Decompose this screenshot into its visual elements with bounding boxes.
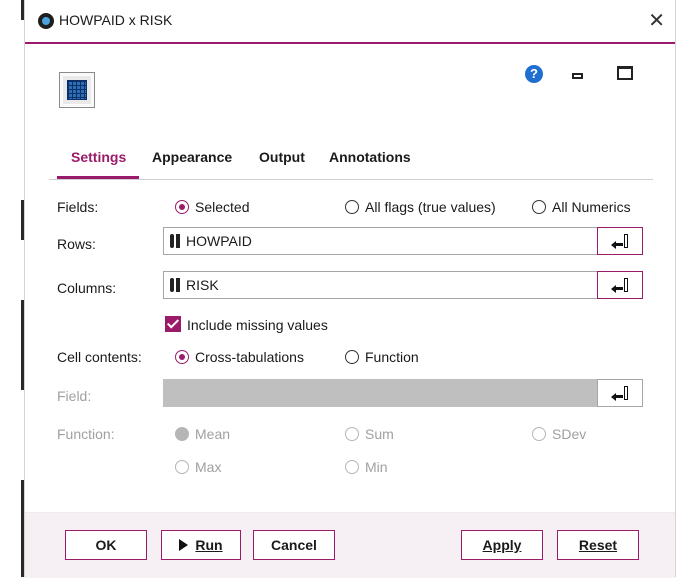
function-mean-radio: Mean: [175, 426, 230, 442]
radio-indicator: [345, 427, 359, 441]
reset-button-label: Reset: [578, 537, 618, 553]
tab-appearance[interactable]: Appearance: [152, 149, 232, 165]
reset-button[interactable]: Reset: [557, 530, 639, 560]
include-missing-checkbox[interactable]: [165, 316, 181, 332]
function-sdev-radio: SDev: [532, 426, 586, 442]
tab-annotations[interactable]: Annotations: [329, 149, 411, 165]
table-node-icon: [59, 72, 95, 108]
function-label: Function:: [57, 426, 115, 442]
rows-value: HOWPAID: [186, 233, 252, 249]
field-type-icon: [170, 234, 180, 248]
function-max-radio: Max: [175, 459, 221, 475]
field-picker-icon: [611, 241, 616, 249]
function-sum-radio: Sum: [345, 426, 394, 442]
minimize-icon[interactable]: [572, 73, 583, 79]
cancel-button[interactable]: Cancel: [253, 530, 335, 560]
ok-button[interactable]: OK: [65, 530, 147, 560]
radio-label: Sum: [365, 426, 394, 442]
tab-output[interactable]: Output: [259, 149, 305, 165]
radio-label: All Numerics: [552, 199, 631, 215]
window-title: HOWPAID x RISK: [59, 12, 173, 28]
radio-label: Max: [195, 459, 222, 475]
radio-indicator: [345, 460, 359, 474]
fields-all-flags-radio[interactable]: All flags (true values): [345, 199, 496, 215]
apply-button-label: Apply: [482, 537, 522, 553]
radio-indicator: [345, 200, 359, 214]
background-edge: [0, 0, 24, 577]
radio-label: SDev: [552, 426, 587, 442]
fields-all-numerics-radio[interactable]: All Numerics: [532, 199, 631, 215]
rows-field-picker-button[interactable]: [597, 227, 643, 255]
radio-label: Min: [365, 459, 388, 475]
tab-divider: [49, 179, 653, 180]
radio-indicator: [175, 460, 189, 474]
function-field-picker-button: [597, 379, 643, 407]
apply-button[interactable]: Apply: [461, 530, 543, 560]
function-field-input: [163, 379, 643, 407]
radio-indicator: [175, 350, 189, 364]
rows-label: Rows:: [57, 236, 96, 252]
radio-indicator: [345, 350, 359, 364]
radio-label: Function: [365, 349, 419, 365]
columns-field-picker-button[interactable]: [597, 271, 643, 299]
radio-label: Mean: [195, 426, 231, 442]
rows-field[interactable]: HOWPAID: [163, 227, 619, 255]
ok-button-label: OK: [95, 537, 117, 553]
cancel-button-label: Cancel: [271, 537, 317, 553]
radio-indicator: [532, 200, 546, 214]
function-min-radio: Min: [345, 459, 388, 475]
function-radio[interactable]: Function: [345, 349, 419, 365]
tab-settings[interactable]: Settings: [71, 149, 126, 165]
run-button[interactable]: Run: [161, 530, 241, 560]
field-picker-icon: [611, 393, 616, 401]
radio-label: Selected: [195, 199, 250, 215]
columns-field[interactable]: RISK: [163, 271, 619, 299]
field-type-icon: [170, 278, 180, 292]
radio-indicator: [175, 427, 189, 441]
dialog-window: HOWPAID x RISK ✕ ? Settings Appearance O…: [24, 0, 676, 578]
columns-value: RISK: [186, 277, 219, 293]
play-icon: [179, 539, 189, 551]
fields-selected-radio[interactable]: Selected: [175, 199, 249, 215]
help-icon[interactable]: ?: [525, 65, 543, 83]
cell-contents-label: Cell contents:: [57, 349, 142, 365]
title-bar: HOWPAID x RISK ✕: [25, 0, 675, 44]
app-logo-icon: [38, 13, 54, 29]
field-label: Field:: [57, 388, 92, 404]
radio-label: All flags (true values): [365, 199, 496, 215]
fields-label: Fields:: [57, 199, 99, 215]
close-icon[interactable]: ✕: [648, 8, 665, 33]
radio-indicator: [532, 427, 546, 441]
radio-label: Cross-tabulations: [195, 349, 304, 365]
radio-indicator: [175, 200, 189, 214]
maximize-icon[interactable]: [617, 66, 633, 80]
include-missing-label: Include missing values: [187, 317, 328, 333]
run-button-label: Run: [195, 537, 223, 553]
field-picker-icon: [611, 285, 616, 293]
cross-tabulations-radio[interactable]: Cross-tabulations: [175, 349, 304, 365]
columns-label: Columns:: [57, 280, 117, 296]
